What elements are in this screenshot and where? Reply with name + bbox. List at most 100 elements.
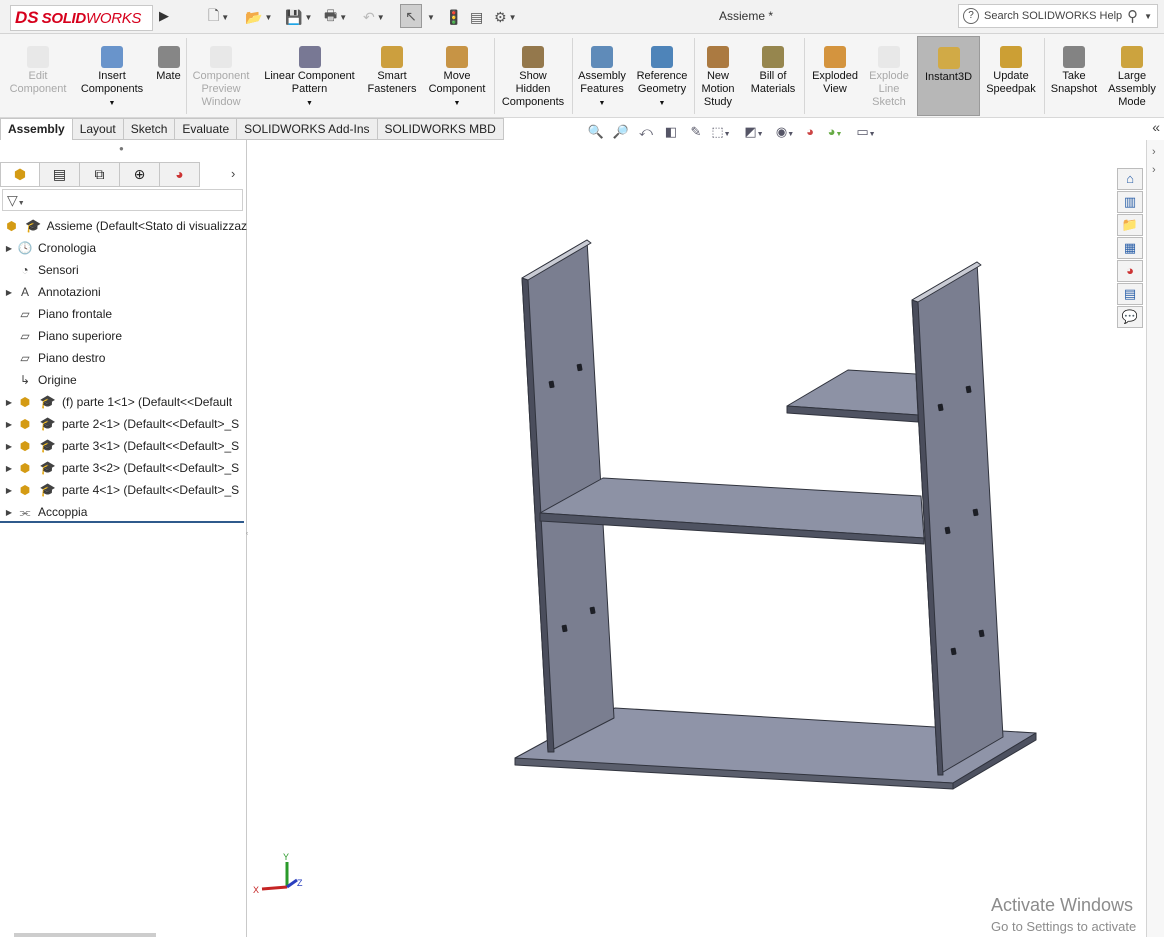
view-settings-icon[interactable]: ▭▼ [855, 122, 877, 142]
tab-assembly[interactable]: Assembly [0, 118, 73, 140]
expand-arrow-icon[interactable]: ▶ [4, 464, 14, 473]
tree-item[interactable]: ▶ ⬢ 🎓 parte 3<2> (Default<<Default>_S [0, 457, 247, 479]
ribbon-instant3d-button[interactable]: Instant3D [917, 36, 980, 116]
ribbon-snapshot-button[interactable]: Take Snapshot [1046, 36, 1102, 116]
filter-icon[interactable]: ▽ [7, 192, 18, 208]
expand-arrow-icon[interactable]: ▶ [4, 420, 14, 429]
assembly-model-view[interactable]: Y X Z [248, 140, 1145, 937]
new-document-button[interactable]: 🗋 ▼ [208, 6, 229, 28]
custom-properties-icon[interactable]: ▤ [1117, 283, 1143, 305]
solidworks-forum-icon[interactable]: 💬 [1117, 306, 1143, 328]
file-explorer-icon[interactable]: 📁 [1117, 214, 1143, 236]
open-document-button[interactable]: 📂 ▼ [245, 6, 272, 28]
panel-grip-icon[interactable]: ● [119, 144, 124, 153]
dropdown-arrow-icon[interactable]: ▼ [659, 97, 666, 110]
previous-view-icon[interactable]: ⤺ [635, 122, 657, 142]
tree-filter[interactable]: ▽▼ [2, 189, 243, 211]
expand-arrow-icon[interactable]: ▶ [4, 486, 14, 495]
view-palette-icon[interactable]: ▦ [1117, 237, 1143, 259]
tab-solidworks-mbd[interactable]: SOLIDWORKS MBD [377, 118, 504, 140]
tree-item[interactable]: ▶ 🕓 Cronologia [0, 237, 247, 259]
ribbon-explode-line-button[interactable]: Explode Line Sketch [862, 36, 916, 116]
ribbon-preview-window-button[interactable]: Component Preview Window [188, 36, 254, 116]
property-manager-icon[interactable]: ▤ [40, 162, 80, 187]
apply-scene-icon[interactable]: ◕▼ [824, 122, 846, 142]
collapse-task-pane-icon[interactable]: « [1152, 119, 1160, 135]
dropdown-arrow-icon[interactable]: ▼ [599, 97, 606, 110]
file-properties-button[interactable]: ▤ [470, 6, 483, 28]
tabs-scroll-right-icon[interactable]: › [231, 166, 235, 181]
section-view-icon[interactable]: ◧ [660, 122, 682, 142]
expand-arrow-icon[interactable]: ▶ [4, 244, 14, 253]
solidworks-resources-icon[interactable]: ⌂ [1117, 168, 1143, 190]
expand-arrow-icon[interactable]: ▶ [4, 398, 14, 407]
tree-item[interactable]: ▶ ⬢ 🎓 (f) parte 1<1> (Default<<Default [0, 391, 247, 413]
graphics-area[interactable]: Y X Z [248, 140, 1145, 937]
ribbon-linear-pattern-button[interactable]: Linear Component Pattern ▼ [258, 36, 361, 116]
tree-item[interactable]: ▶ ⬢ 🎓 parte 3<1> (Default<<Default>_S [0, 435, 247, 457]
save-button[interactable]: 💾 ▼ [285, 6, 312, 28]
chevron-right-icon-2[interactable]: › [1152, 164, 1164, 176]
dropdown-arrow-icon[interactable]: ▼ [306, 97, 313, 110]
tab-layout[interactable]: Layout [72, 118, 124, 140]
tree-item[interactable]: ▱ Piano destro [0, 347, 247, 369]
tree-item[interactable]: ▶ A Annotazioni [0, 281, 247, 303]
hide-show-items-icon[interactable]: ◉▼ [774, 122, 796, 142]
expand-arrow-icon[interactable]: ▶ [4, 288, 14, 297]
solidworks-logo[interactable]: DS SOLIDWORKS [10, 5, 153, 31]
print-button[interactable]: 🖶 ▼ [324, 6, 347, 28]
ribbon-reference-geometry-button[interactable]: Reference Geometry ▼ [632, 36, 692, 116]
expand-arrow-icon[interactable]: ▶ [4, 508, 14, 517]
search-icon[interactable]: ⚲ [1127, 7, 1138, 25]
tab-sketch[interactable]: Sketch [123, 118, 176, 140]
help-search-input[interactable]: Search SOLIDWORKS Help [984, 10, 1122, 22]
ribbon-insert-components-button[interactable]: Insert Components ▼ [76, 36, 148, 116]
ribbon-show-hidden-button[interactable]: Show Hidden Components [499, 36, 567, 116]
ribbon-mate-button[interactable]: Mate [152, 36, 185, 116]
tree-item[interactable]: ▶ ⬢ 🎓 parte 4<1> (Default<<Default>_S [0, 479, 247, 501]
tree-root-assembly[interactable]: ⬢ 🎓 Assieme (Default<Stato di visualizzaz [0, 215, 247, 237]
ribbon-edit-component-button[interactable]: Edit Component [2, 36, 74, 116]
ribbon-bom-button[interactable]: Bill of Materials [746, 36, 800, 116]
dropdown-arrow-icon[interactable]: ▼ [109, 97, 116, 110]
tab-evaluate[interactable]: Evaluate [175, 118, 238, 140]
chevron-right-icon[interactable]: › [1152, 146, 1164, 158]
ribbon-large-assembly-button[interactable]: Large Assembly Mode [1102, 36, 1162, 116]
configuration-manager-icon[interactable]: ⧉ [80, 162, 120, 187]
appearances-icon[interactable]: ◕ [1117, 260, 1143, 282]
feature-manager-icon[interactable]: ⬢ [0, 162, 40, 187]
search-dropdown-icon[interactable]: ▼ [1144, 12, 1152, 21]
zoom-to-area-icon[interactable]: 🔎 [610, 122, 632, 142]
tree-item[interactable]: ▱ Piano superiore [0, 325, 247, 347]
tree-item[interactable]: ▶ ⬢ 🎓 parte 2<1> (Default<<Default>_S [0, 413, 247, 435]
tree-item[interactable]: ▱ Piano frontale [0, 303, 247, 325]
tree-item[interactable]: ◔ Sensori [0, 259, 247, 281]
select-button[interactable]: ↖ [400, 4, 422, 28]
dynamic-annotation-icon[interactable]: ✎ [685, 122, 707, 142]
tree-item[interactable]: ▶ ⫘ Accoppia [0, 501, 247, 523]
zoom-to-fit-icon[interactable]: 🔍 [585, 122, 607, 142]
help-search-box[interactable]: ? Search SOLIDWORKS Help ⚲ ▼ [958, 4, 1158, 28]
tab-solidworks-add-ins[interactable]: SOLIDWORKS Add-Ins [237, 118, 378, 140]
select-dropdown[interactable]: ▼ [425, 6, 435, 28]
tree-item[interactable]: ↳ Origine [0, 369, 247, 391]
dimxpert-icon[interactable]: ⊕ [120, 162, 160, 187]
undo-button[interactable]: ↶ ▼ [363, 6, 385, 28]
ribbon-exploded-view-button[interactable]: Exploded View [808, 36, 862, 116]
options-button[interactable]: ⚙ ▼ [494, 6, 516, 28]
design-library-icon[interactable]: ▥ [1117, 191, 1143, 213]
display-style-icon[interactable]: ◩▼ [743, 122, 765, 142]
edit-appearance-icon[interactable]: ◕ [799, 122, 821, 142]
menu-expand-arrow-icon[interactable]: ▶ [159, 8, 173, 24]
ribbon-move-component-button[interactable]: Move Component ▼ [422, 36, 492, 116]
view-orientation-icon[interactable]: ⬚▼ [710, 122, 732, 142]
expand-arrow-icon[interactable]: ▶ [4, 442, 14, 451]
dropdown-arrow-icon[interactable]: ▼ [454, 97, 461, 110]
ribbon-assembly-features-button[interactable]: Assembly Features ▼ [574, 36, 630, 116]
panel-scrollbar[interactable] [14, 933, 156, 937]
ribbon-speedpak-button[interactable]: Update Speedpak [984, 36, 1038, 116]
ribbon-motion-study-button[interactable]: New Motion Study [697, 36, 739, 116]
rebuild-button[interactable]: 🚦 [445, 6, 462, 28]
ribbon-smart-fasteners-button[interactable]: Smart Fasteners [368, 36, 416, 116]
display-manager-icon[interactable]: ◕ [160, 162, 200, 187]
